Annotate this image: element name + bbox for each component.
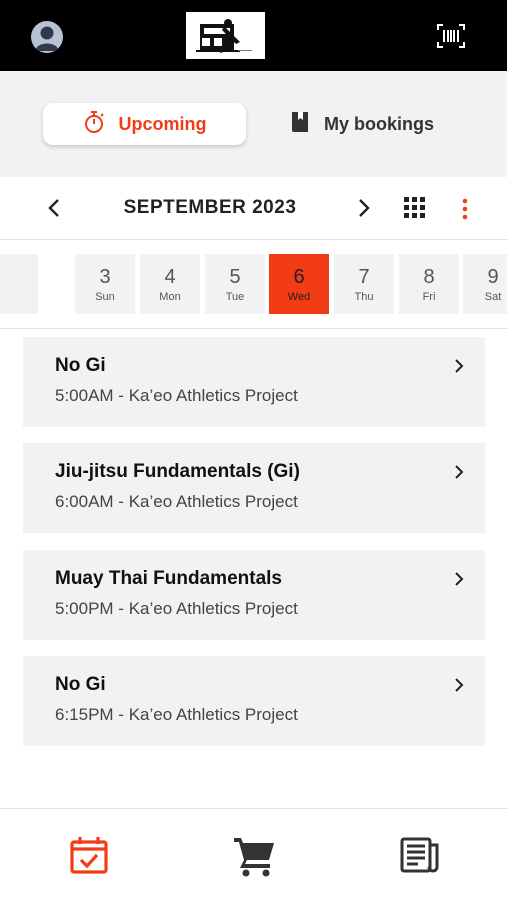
chevron-right-icon <box>455 572 464 586</box>
my-bookings-tab[interactable]: My bookings <box>290 103 450 145</box>
bookmark-book-icon <box>290 110 310 139</box>
chevron-right-icon <box>455 359 464 373</box>
day-weekday: Thu <box>354 291 374 303</box>
day-weekday: Wed <box>287 291 311 303</box>
day-3[interactable]: 3 Sun <box>75 254 135 314</box>
month-title: SEPTEMBER 2023 <box>123 197 297 218</box>
user-avatar-icon[interactable] <box>31 21 63 53</box>
my-bookings-tab-label: My bookings <box>324 113 435 134</box>
day-number: 7 <box>358 266 370 288</box>
month-navigation: SEPTEMBER 2023 <box>0 177 507 240</box>
app-header <box>0 0 507 71</box>
class-title: No Gi <box>55 355 106 376</box>
class-card[interactable]: No Gi 5:00AM - Ka’eo Athletics Project <box>23 337 485 427</box>
chevron-right-icon <box>455 465 464 479</box>
day-weekday: Sun <box>95 291 115 303</box>
booking-segment-area: Upcoming My bookings <box>0 71 507 177</box>
class-time-location: 6:00AM - Ka’eo Athletics Project <box>55 492 298 511</box>
cart-icon[interactable] <box>232 833 276 877</box>
barcode-icon[interactable] <box>436 22 466 50</box>
class-time-location: 5:00PM - Ka’eo Athletics Project <box>55 599 298 618</box>
chevron-left-icon[interactable] <box>44 197 64 219</box>
newspaper-icon[interactable] <box>398 833 442 877</box>
day-6-selected[interactable]: 6 Wed <box>269 254 329 314</box>
day-8[interactable]: 8 Fri <box>399 254 459 314</box>
class-time-location: 5:00AM - Ka’eo Athletics Project <box>55 386 298 405</box>
day-5[interactable]: 5 Tue <box>205 254 265 314</box>
calendar-check-icon[interactable] <box>67 833 111 877</box>
day-partial[interactable] <box>0 254 38 314</box>
day-strip: 3 Sun 4 Mon 5 Tue 6 Wed 7 Thu 8 Fri 9 Sa… <box>0 240 507 329</box>
day-7[interactable]: 7 Thu <box>334 254 394 314</box>
kaeo-logo <box>186 12 265 59</box>
upcoming-tab[interactable]: Upcoming <box>43 103 246 145</box>
day-9[interactable]: 9 Sat <box>463 254 507 314</box>
day-weekday: Tue <box>225 291 245 303</box>
class-card[interactable]: Jiu-jitsu Fundamentals (Gi) 6:00AM - Ka’… <box>23 443 485 533</box>
day-number: 3 <box>99 266 111 288</box>
chevron-right-icon[interactable] <box>354 197 374 219</box>
day-number: 8 <box>423 266 435 288</box>
class-card[interactable]: No Gi 6:15PM - Ka’eo Athletics Project <box>23 656 485 746</box>
more-vertical-icon[interactable] <box>458 197 472 221</box>
upcoming-tab-label: Upcoming <box>118 113 207 134</box>
chevron-right-icon <box>455 678 464 692</box>
day-weekday: Fri <box>422 291 436 303</box>
day-number: 4 <box>164 266 176 288</box>
day-weekday: Sat <box>484 291 502 303</box>
day-number: 9 <box>487 266 499 288</box>
grid-icon[interactable] <box>404 197 426 224</box>
day-4[interactable]: 4 Mon <box>140 254 200 314</box>
day-number: 5 <box>229 266 241 288</box>
stopwatch-icon <box>83 110 105 139</box>
class-time-location: 6:15PM - Ka’eo Athletics Project <box>55 705 298 724</box>
class-title: No Gi <box>55 674 106 695</box>
class-title: Muay Thai Fundamentals <box>55 568 282 589</box>
day-number: 6 <box>293 266 305 288</box>
class-card[interactable]: Muay Thai Fundamentals 5:00PM - Ka’eo At… <box>23 550 485 640</box>
bottom-navigation <box>0 808 507 901</box>
class-title: Jiu-jitsu Fundamentals (Gi) <box>55 461 300 482</box>
day-weekday: Mon <box>159 291 181 303</box>
